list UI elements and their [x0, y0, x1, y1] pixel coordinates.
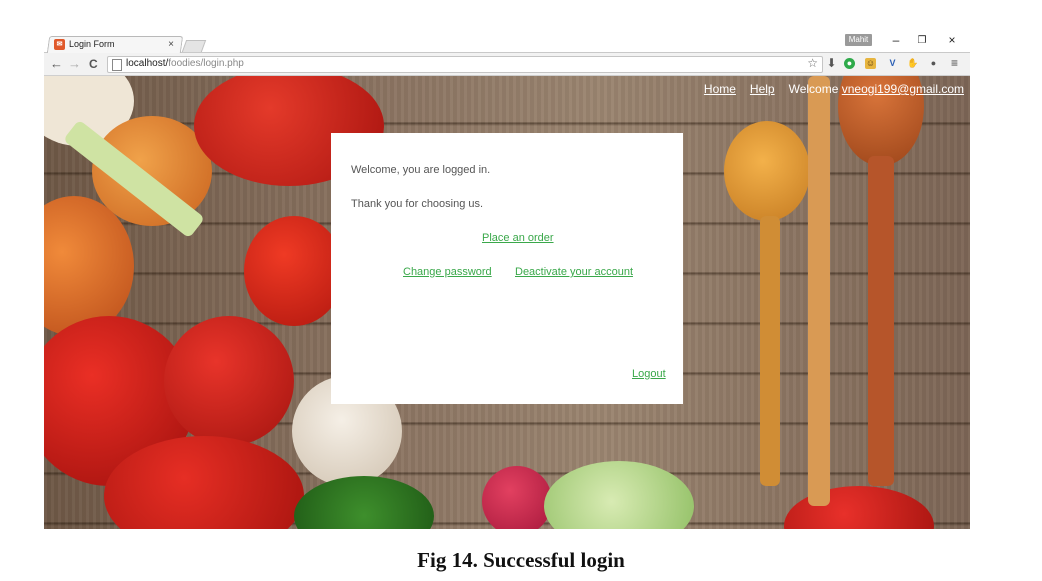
tomato-image: [164, 316, 294, 446]
radish-image: [482, 466, 552, 529]
thanks-message: Thank you for choosing us.: [351, 198, 484, 210]
place-order-link[interactable]: Place an order: [482, 232, 554, 244]
browser-window: ✉ Login Form × Mahit – ❐ × ← → C localho…: [44, 30, 970, 529]
tab-content[interactable]: ✉ Login Form ×: [54, 37, 174, 51]
page-viewport: Home Help Welcome vneogi199@gmail.com We…: [44, 76, 970, 529]
login-success-card: Welcome, you are logged in. Thank you fo…: [331, 133, 683, 404]
profile-badge[interactable]: Mahit: [845, 34, 872, 46]
minimize-button[interactable]: –: [888, 33, 904, 47]
spoon-handle: [760, 216, 780, 486]
figure-caption: Fig 14. Successful login: [417, 548, 625, 572]
page-icon: [112, 59, 122, 71]
deactivate-account-link[interactable]: Deactivate your account: [515, 266, 633, 278]
wooden-stick-image: [808, 76, 830, 506]
close-window-button[interactable]: ×: [944, 33, 960, 47]
download-icon[interactable]: ⬇: [826, 57, 837, 69]
user-email-link[interactable]: vneogi199@gmail.com: [842, 82, 964, 96]
back-button[interactable]: ←: [50, 56, 63, 72]
nav-home-link[interactable]: Home: [704, 82, 736, 96]
tab-title: Login Form: [69, 39, 115, 49]
url-text[interactable]: localhost/foodies/login.php: [126, 58, 244, 69]
change-password-link[interactable]: Change password: [403, 266, 492, 278]
browser-toolbar: ← → C localhost/foodies/login.php ☆ ⬇ ● …: [44, 53, 970, 76]
address-bar[interactable]: localhost/foodies/login.php ☆: [107, 56, 823, 73]
nav-help-link[interactable]: Help: [750, 82, 775, 96]
forward-button[interactable]: →: [68, 56, 81, 72]
hand-icon[interactable]: ✋: [907, 58, 918, 69]
new-tab-button[interactable]: [181, 40, 207, 52]
green-circle-icon[interactable]: ●: [844, 58, 855, 69]
welcome-user: Welcome vneogi199@gmail.com: [789, 82, 964, 96]
site-nav: Home Help Welcome vneogi199@gmail.com: [704, 82, 964, 96]
bulb-icon[interactable]: ●: [928, 58, 939, 69]
spoon-handle: [868, 156, 894, 486]
tab-close-icon[interactable]: ×: [168, 39, 174, 50]
face-icon[interactable]: ☺: [865, 58, 876, 69]
favicon-icon: ✉: [54, 38, 65, 50]
logout-link[interactable]: Logout: [632, 368, 666, 380]
welcome-prefix: Welcome: [788, 82, 839, 96]
tab-bar: ✉ Login Form × Mahit – ❐ ×: [44, 30, 970, 53]
bookmark-star-icon[interactable]: ☆: [807, 56, 818, 70]
menu-icon[interactable]: ≡: [949, 57, 960, 69]
wooden-spoon-image: [724, 121, 810, 221]
reload-button[interactable]: C: [89, 56, 98, 72]
tomato-image: [244, 216, 344, 326]
v-extension-icon[interactable]: V: [887, 58, 898, 69]
restore-button[interactable]: ❐: [914, 35, 930, 46]
welcome-message: Welcome, you are logged in.: [351, 164, 491, 176]
